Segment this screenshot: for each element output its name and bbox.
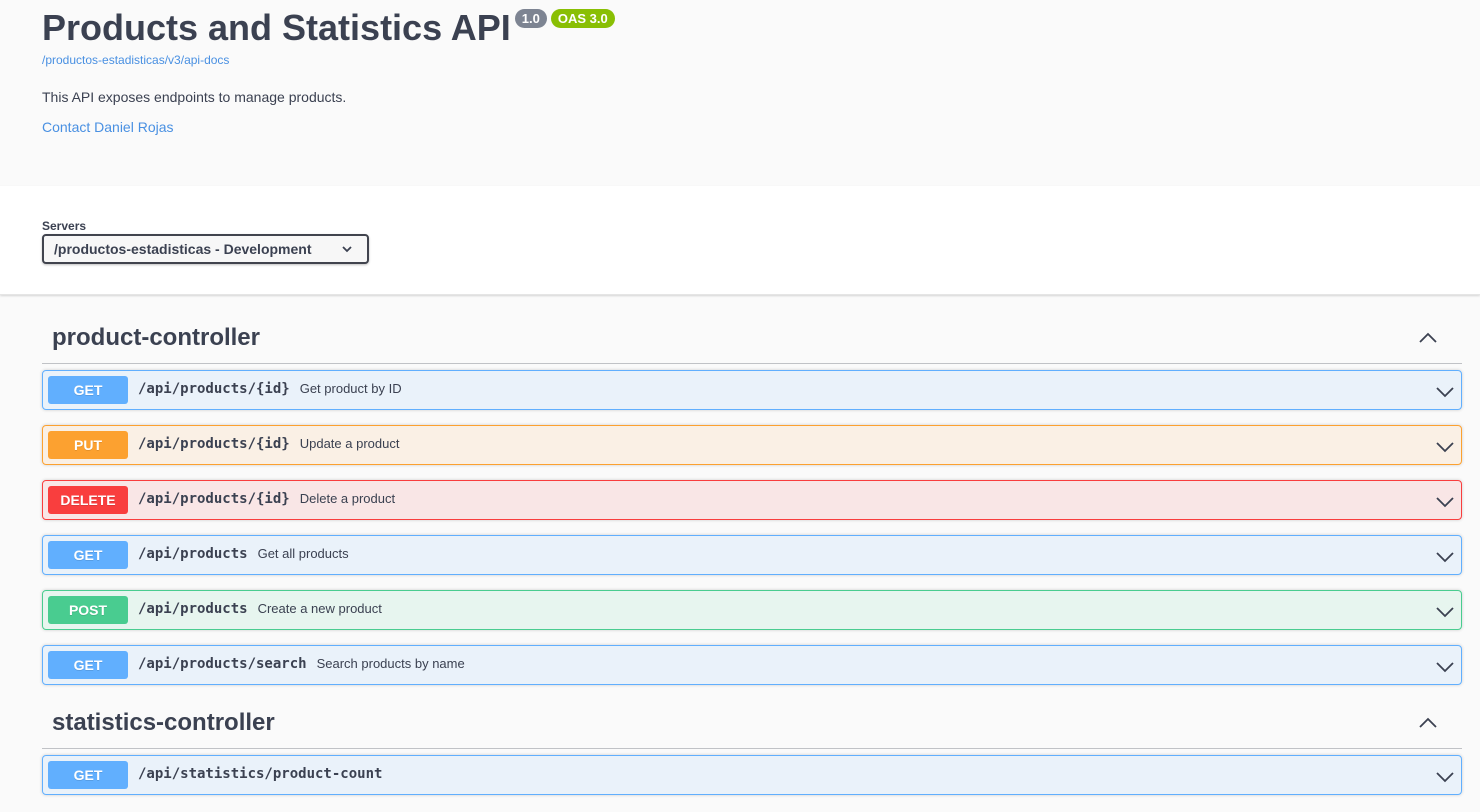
operation-path: /api/products/{id} Delete a product [138, 491, 395, 507]
chevron-down-icon[interactable] [1435, 492, 1455, 512]
page-title: Products and Statistics API [42, 7, 511, 48]
chevron-down-icon [342, 246, 352, 253]
method-badge: GET [48, 541, 128, 569]
method-badge: POST [48, 596, 128, 624]
operation-summary: Create a new product [257, 601, 382, 616]
chevron-down-icon[interactable] [1435, 382, 1455, 402]
version-badge: 1.0 [514, 9, 547, 28]
operation-path-text: /api/products/{id} [138, 436, 290, 452]
title-row: Products and Statistics API 1.0 OAS 3.0 [42, 8, 615, 48]
operation-summary: Search products by name [316, 656, 465, 671]
servers-selected-value: /productos-estadisticas - Development [54, 241, 312, 257]
operation-path-text: /api/products/{id} [138, 491, 290, 507]
operation-path: /api/products Get all products [138, 546, 349, 562]
oas-badge: OAS 3.0 [550, 9, 615, 28]
contact-link[interactable]: Contact Daniel Rojas [42, 119, 174, 135]
operation-path: /api/statistics/product-count [138, 766, 382, 782]
operation-create-product[interactable]: POST /api/products Create a new product [42, 590, 1462, 630]
operation-path-text: /api/products [138, 601, 248, 617]
operation-put-product[interactable]: PUT /api/products/{id} Update a product [42, 425, 1462, 465]
section-header-statistics-controller[interactable]: statistics-controller [42, 699, 1462, 749]
info-section: Products and Statistics API 1.0 OAS 3.0 … [0, 0, 1480, 186]
chevron-down-icon[interactable] [1435, 767, 1455, 787]
operation-summary: Update a product [299, 436, 400, 451]
servers-label: Servers [42, 219, 87, 233]
chevron-down-icon[interactable] [1435, 657, 1455, 677]
operation-search-products[interactable]: GET /api/products/search Search products… [42, 645, 1462, 685]
method-badge: GET [48, 761, 128, 789]
operation-get-product-count[interactable]: GET /api/statistics/product-count [42, 755, 1462, 795]
method-badge: PUT [48, 431, 128, 459]
operation-path-text: /api/statistics/product-count [138, 766, 383, 782]
operation-path-text: /api/products [138, 546, 248, 562]
chevron-down-icon[interactable] [1435, 547, 1455, 567]
section-title: statistics-controller [52, 709, 275, 736]
operation-delete-product[interactable]: DELETE /api/products/{id} Delete a produ… [42, 480, 1462, 520]
method-badge: DELETE [48, 486, 128, 514]
chevron-up-icon[interactable] [1418, 713, 1438, 733]
operation-summary: Get product by ID [299, 381, 402, 396]
operation-summary: Get all products [257, 546, 349, 561]
section-title: product-controller [52, 324, 260, 351]
servers-select[interactable]: /productos-estadisticas - Development [42, 234, 369, 264]
operation-summary: Delete a product [299, 491, 396, 506]
operation-path: /api/products/{id} Update a product [138, 436, 399, 452]
operation-path: /api/products Create a new product [138, 601, 382, 617]
chevron-up-icon[interactable] [1418, 328, 1438, 348]
operation-path: /api/products/{id} Get product by ID [138, 381, 402, 397]
chevron-down-icon[interactable] [1435, 437, 1455, 457]
operation-path: /api/products/search Search products by … [138, 656, 465, 672]
method-badge: GET [48, 376, 128, 404]
operation-path-text: /api/products/{id} [138, 381, 290, 397]
method-badge: GET [48, 651, 128, 679]
api-docs-link[interactable]: /productos-estadisticas/v3/api-docs [42, 53, 229, 67]
operation-get-product-by-id[interactable]: GET /api/products/{id} Get product by ID [42, 370, 1462, 410]
chevron-down-icon[interactable] [1435, 602, 1455, 622]
section-header-product-controller[interactable]: product-controller [42, 314, 1462, 364]
api-description: This API exposes endpoints to manage pro… [42, 89, 347, 105]
operation-get-all-products[interactable]: GET /api/products Get all products [42, 535, 1462, 575]
operation-path-text: /api/products/search [138, 656, 307, 672]
